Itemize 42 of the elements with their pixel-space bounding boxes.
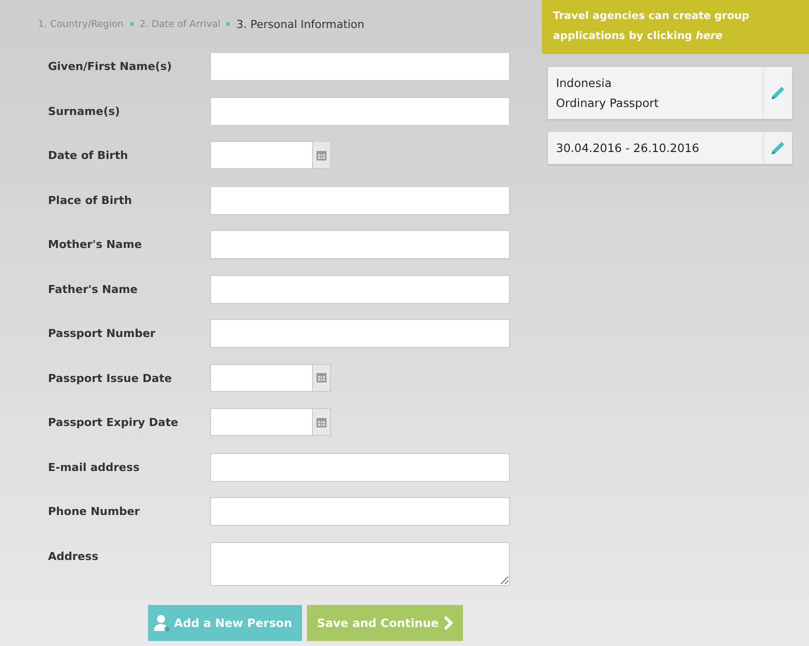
calendar-icon[interactable] bbox=[316, 416, 327, 428]
banner-text: applications by clicking bbox=[553, 30, 692, 42]
field-label: Mother's Name bbox=[48, 237, 143, 251]
input-field[interactable] bbox=[210, 96, 510, 126]
pencil-icon[interactable] bbox=[769, 84, 787, 102]
input-field[interactable] bbox=[210, 497, 510, 526]
date-field[interactable] bbox=[210, 408, 312, 436]
input-field[interactable] bbox=[210, 319, 510, 348]
summary-text: 30.04.2016 - 26.10.2016 bbox=[556, 140, 700, 157]
field-label: Passport Number bbox=[48, 326, 156, 340]
field-label: Passport Expiry Date bbox=[48, 415, 180, 429]
input-field[interactable] bbox=[210, 186, 510, 214]
calendar-icon[interactable] bbox=[316, 150, 327, 160]
chevron-right-icon bbox=[442, 616, 453, 630]
pencil-icon[interactable] bbox=[769, 139, 787, 157]
field-label: Father's Name bbox=[48, 282, 139, 296]
address-field[interactable] bbox=[210, 542, 510, 586]
input-field[interactable] bbox=[210, 274, 510, 304]
field-label: Surname(s) bbox=[48, 104, 121, 118]
person-add-icon bbox=[154, 614, 170, 632]
calendar-icon[interactable] bbox=[316, 372, 327, 383]
field-label: Phone Number bbox=[48, 504, 141, 518]
banner-text: Travel agencies can create group bbox=[553, 10, 750, 22]
field-label: Address bbox=[48, 548, 100, 562]
summary-text: Indonesia bbox=[556, 75, 613, 92]
save-continue-button[interactable]: Save and Continue bbox=[307, 604, 463, 640]
field-label: Place of Birth bbox=[48, 192, 133, 206]
date-field[interactable] bbox=[210, 364, 312, 392]
date-field[interactable] bbox=[210, 141, 312, 169]
add-person-button[interactable]: Add a New Person bbox=[148, 604, 302, 640]
step-link[interactable]: 2. Date of Arrival bbox=[140, 18, 220, 30]
input-field[interactable] bbox=[210, 52, 510, 81]
step-link[interactable]: 3. Personal Information bbox=[236, 18, 364, 30]
summary-text: Ordinary Passport bbox=[556, 95, 660, 112]
step-link[interactable]: 1. Country/Region bbox=[38, 18, 124, 30]
field-label: Date of Birth bbox=[48, 148, 129, 162]
here-link[interactable]: here bbox=[696, 30, 723, 42]
field-label: E-mail address bbox=[48, 460, 140, 474]
field-label: Passport Issue Date bbox=[48, 370, 173, 384]
field-label: Given/First Name(s) bbox=[48, 59, 173, 73]
input-field[interactable] bbox=[210, 452, 510, 482]
input-field[interactable] bbox=[210, 230, 510, 259]
